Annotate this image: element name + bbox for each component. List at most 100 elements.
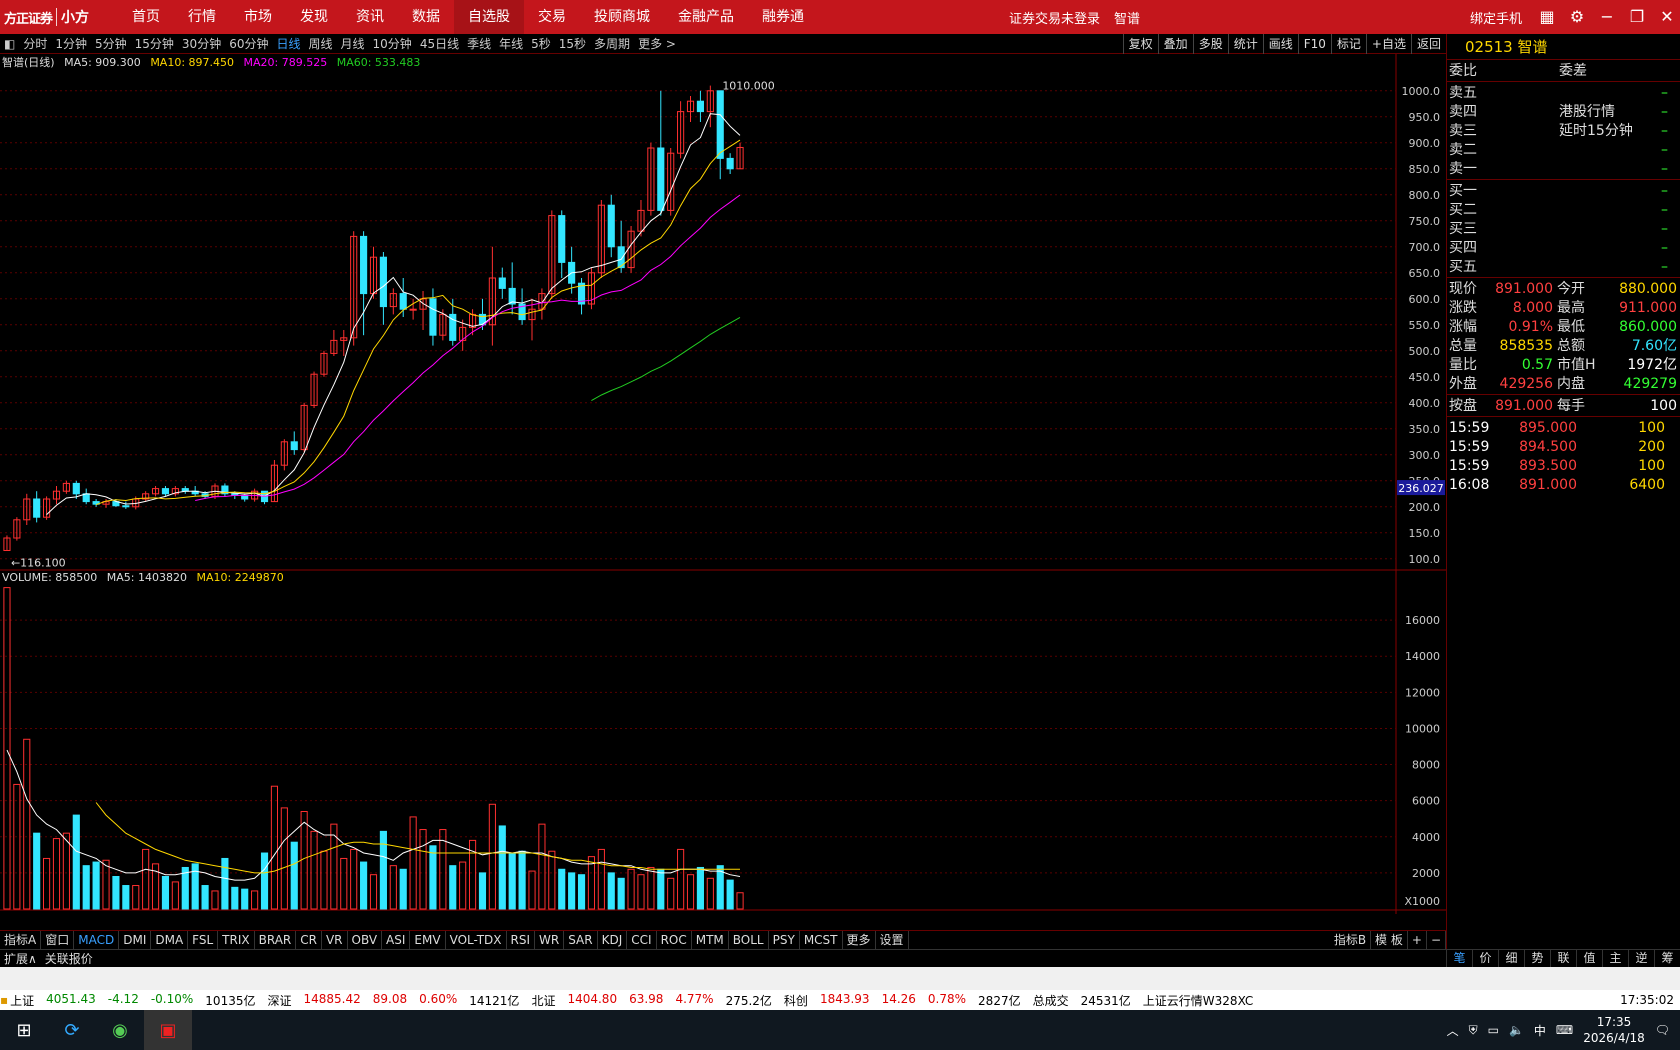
indicator-tab-6[interactable]: TRIX: [218, 931, 255, 949]
period-tab-10[interactable]: 45日线: [416, 35, 463, 52]
indicator-tab-24[interactable]: 更多: [843, 931, 876, 949]
nav-item-9[interactable]: 金融产品: [664, 0, 748, 34]
panel-toggle-icon[interactable]: ◧: [0, 37, 19, 51]
tool-button-4[interactable]: 画线: [1262, 34, 1298, 54]
windows-start-icon[interactable]: ⊞: [0, 1010, 48, 1050]
indicator-tab-0[interactable]: 指标A: [0, 931, 42, 949]
close-icon[interactable]: ✕: [1654, 4, 1680, 30]
keyboard-icon[interactable]: ⌨: [1556, 1023, 1573, 1037]
indicator-tab-22[interactable]: PSY: [769, 931, 800, 949]
indicator-tab-8[interactable]: CR: [296, 931, 322, 949]
nav-item-6[interactable]: 自选股: [454, 0, 524, 34]
indicator-right-2[interactable]: +: [1408, 931, 1427, 949]
rp-tab-2[interactable]: 细: [1498, 949, 1524, 967]
nav-item-3[interactable]: 发现: [286, 0, 342, 34]
nav-item-0[interactable]: 首页: [118, 0, 174, 34]
indicator-tab-23[interactable]: MCST: [800, 931, 843, 949]
nav-item-2[interactable]: 市场: [230, 0, 286, 34]
green-app-icon[interactable]: ◉: [96, 1010, 144, 1050]
period-tab-16[interactable]: 更多 >: [634, 35, 680, 52]
indicator-right-1[interactable]: 模 板: [1371, 931, 1408, 949]
tool-button-7[interactable]: +自选: [1365, 34, 1411, 54]
period-tab-0[interactable]: 分时: [19, 35, 51, 52]
grid-icon[interactable]: ▦: [1534, 4, 1560, 30]
tool-button-5[interactable]: F10: [1297, 34, 1331, 54]
indicator-tab-13[interactable]: VOL-TDX: [446, 931, 507, 949]
indicator-tab-11[interactable]: ASI: [382, 931, 411, 949]
period-tab-13[interactable]: 5秒: [527, 35, 555, 52]
indicator-tab-14[interactable]: RSI: [507, 931, 536, 949]
indicator-right-0[interactable]: 指标B: [1330, 931, 1372, 949]
period-tab-7[interactable]: 周线: [305, 35, 337, 52]
ime-indicator[interactable]: 中: [1534, 1022, 1546, 1039]
tool-button-1[interactable]: 叠加: [1157, 34, 1193, 54]
nav-item-10[interactable]: 融券通: [748, 0, 818, 34]
indicator-tab-15[interactable]: WR: [535, 931, 565, 949]
clock[interactable]: 17:35 2026/4/18: [1583, 1014, 1645, 1046]
indicator-tab-5[interactable]: FSL: [188, 931, 219, 949]
period-tab-5[interactable]: 60分钟: [225, 35, 272, 52]
kline-chart[interactable]: 100.0150.0200.0250.0300.0350.0400.0450.0…: [0, 54, 1446, 914]
nav-item-4[interactable]: 资讯: [342, 0, 398, 34]
rp-tab-3[interactable]: 势: [1524, 949, 1550, 967]
restore-icon[interactable]: ❐: [1624, 4, 1650, 30]
indicator-tab-7[interactable]: BRAR: [255, 931, 297, 949]
rp-tab-6[interactable]: 主: [1602, 949, 1628, 967]
ext-item-1[interactable]: 关联报价: [41, 950, 97, 967]
indicator-tab-16[interactable]: SAR: [564, 931, 598, 949]
indicator-tab-2[interactable]: MACD: [74, 931, 120, 949]
period-tab-12[interactable]: 年线: [495, 35, 527, 52]
indicator-tab-1[interactable]: 窗口: [41, 931, 75, 949]
gear-icon[interactable]: ⚙: [1564, 4, 1590, 30]
indicator-tab-17[interactable]: KDJ: [598, 931, 628, 949]
indicator-tab-19[interactable]: ROC: [657, 931, 692, 949]
bind-phone-link[interactable]: 绑定手机: [1470, 8, 1522, 27]
rp-tab-5[interactable]: 值: [1576, 949, 1602, 967]
shield-icon[interactable]: ⛨: [1469, 1023, 1478, 1038]
period-tab-2[interactable]: 5分钟: [91, 35, 131, 52]
refresh-app-icon[interactable]: ⟳: [48, 1010, 96, 1050]
nav-item-1[interactable]: 行情: [174, 0, 230, 34]
indicator-tab-18[interactable]: CCI: [627, 931, 657, 949]
period-tab-15[interactable]: 多周期: [590, 35, 634, 52]
indicator-right-3[interactable]: −: [1427, 931, 1446, 949]
indicator-tab-12[interactable]: EMV: [410, 931, 446, 949]
rp-tab-8[interactable]: 筹: [1654, 949, 1680, 967]
nav-item-5[interactable]: 数据: [398, 0, 454, 34]
period-tab-6[interactable]: 日线: [272, 35, 304, 52]
rp-tab-1[interactable]: 价: [1472, 949, 1498, 967]
period-tab-3[interactable]: 15分钟: [131, 35, 178, 52]
indicator-tab-9[interactable]: VR: [322, 931, 348, 949]
tool-button-2[interactable]: 多股: [1192, 34, 1228, 54]
period-tab-11[interactable]: 季线: [463, 35, 495, 52]
nav-item-7[interactable]: 交易: [524, 0, 580, 34]
trade-login-status[interactable]: 证券交易未登录: [1009, 8, 1100, 27]
rp-tab-7[interactable]: 逆: [1628, 949, 1654, 967]
tool-button-8[interactable]: 返回: [1410, 34, 1446, 54]
indicator-tab-20[interactable]: MTM: [692, 931, 729, 949]
indicator-tab-21[interactable]: BOLL: [729, 931, 769, 949]
chevron-up-icon[interactable]: ︿: [1447, 1022, 1459, 1039]
rp-tab-0[interactable]: 笔: [1446, 949, 1472, 967]
period-tab-14[interactable]: 15秒: [555, 35, 590, 52]
tool-button-6[interactable]: 标记: [1330, 34, 1366, 54]
tool-button-3[interactable]: 统计: [1227, 34, 1263, 54]
period-tab-8[interactable]: 月线: [337, 35, 369, 52]
tool-button-0[interactable]: 复权: [1122, 34, 1158, 54]
indicator-tab-3[interactable]: DMI: [119, 931, 152, 949]
period-tab-4[interactable]: 30分钟: [178, 35, 225, 52]
indicator-tab-4[interactable]: DMA: [151, 931, 189, 949]
period-tab-1[interactable]: 1分钟: [51, 35, 91, 52]
indicator-tab-25[interactable]: 设置: [876, 931, 909, 949]
notification-icon[interactable]: 🗨: [1655, 1023, 1670, 1037]
trading-app-icon[interactable]: ▣: [144, 1010, 192, 1050]
network-icon[interactable]: ▭: [1488, 1023, 1499, 1037]
username[interactable]: 智谱: [1114, 8, 1140, 27]
ext-item-0[interactable]: 扩展∧: [0, 950, 41, 967]
minimize-icon[interactable]: −: [1594, 4, 1620, 30]
nav-item-8[interactable]: 投顾商城: [580, 0, 664, 34]
period-tab-9[interactable]: 10分钟: [369, 35, 416, 52]
rp-tab-4[interactable]: 联: [1550, 949, 1576, 967]
indicator-tab-10[interactable]: OBV: [348, 931, 383, 949]
volume-icon[interactable]: 🔈: [1509, 1023, 1524, 1037]
